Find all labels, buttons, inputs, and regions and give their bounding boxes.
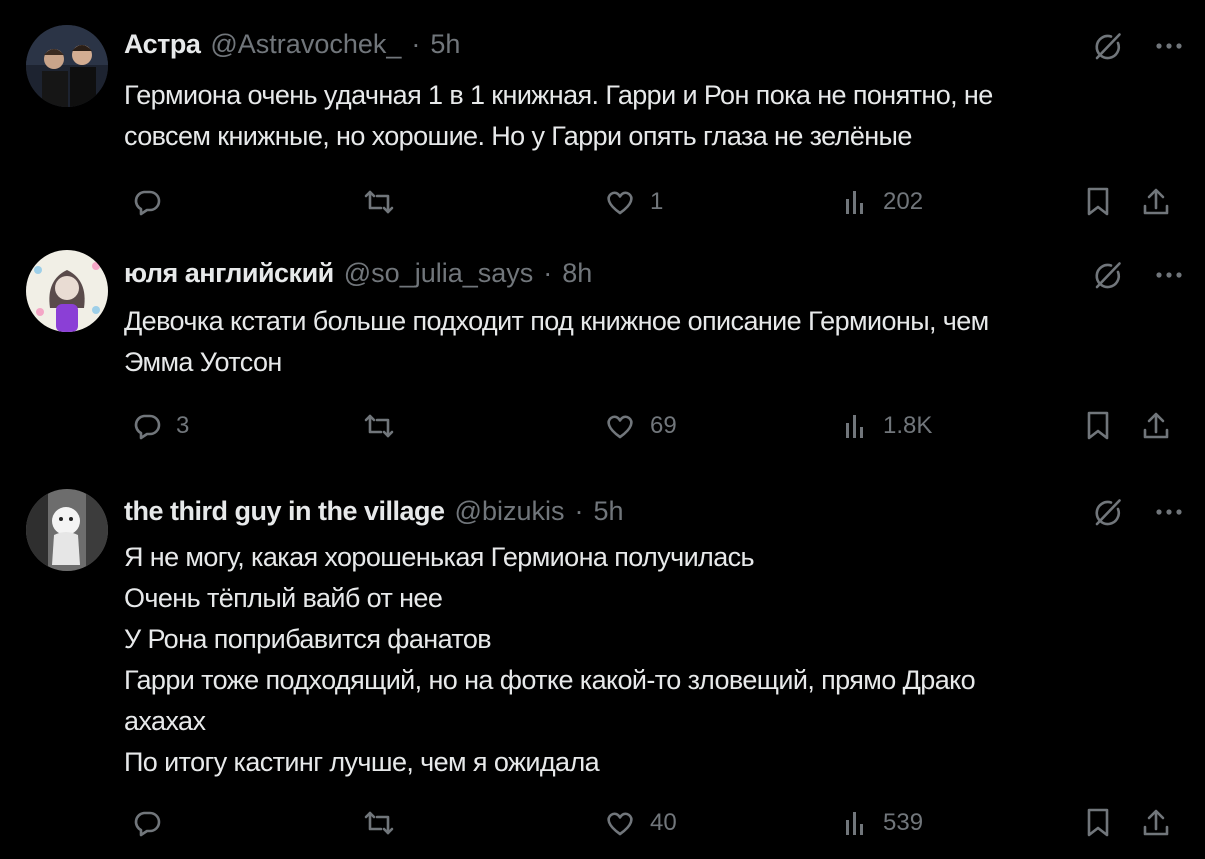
grok-icon[interactable] (1091, 495, 1125, 529)
post-text-line: совсем книжные, но хорошие. Но у Гарри о… (124, 121, 912, 151)
like-count: 1 (650, 188, 664, 215)
post-text-line: У Рона поприбавится фанатов (124, 624, 492, 654)
bookmark-button[interactable] (1085, 803, 1111, 843)
post-text: Гермиона очень удачная 1 в 1 книжная. Га… (124, 75, 1174, 157)
reply-icon (132, 187, 162, 217)
share-button[interactable] (1140, 406, 1172, 446)
avatar[interactable] (26, 25, 108, 107)
like-count: 69 (650, 412, 677, 439)
heart-icon (604, 411, 636, 441)
reply-icon (132, 808, 162, 838)
repost-icon (362, 187, 396, 217)
separator-dot: · (574, 496, 584, 526)
share-button[interactable] (1140, 182, 1172, 222)
more-icon[interactable] (1155, 508, 1183, 516)
post-corner-actions (1091, 26, 1183, 66)
like-button[interactable]: 69 (604, 406, 677, 446)
views-button[interactable]: 1.8K (843, 406, 932, 446)
bookmark-button[interactable] (1085, 406, 1111, 446)
bookmark-icon (1085, 410, 1111, 442)
separator-dot: · (543, 258, 553, 288)
user-handle[interactable]: @bizukis (455, 491, 565, 531)
more-icon[interactable] (1155, 271, 1183, 279)
views-icon (843, 187, 869, 217)
grok-icon[interactable] (1091, 258, 1125, 292)
post-time[interactable]: 8h (562, 253, 592, 293)
grok-icon[interactable] (1091, 29, 1125, 63)
action-bar: 3 69 1.8K (0, 406, 1205, 446)
repost-icon (362, 808, 396, 838)
views-icon (843, 411, 869, 441)
post-corner-actions (1091, 492, 1183, 532)
post-text-line: Очень тёплый вайб от нее (124, 583, 443, 613)
post-header: the third guy in the village @bizukis · … (124, 491, 624, 531)
user-handle[interactable]: @so_julia_says (344, 253, 534, 293)
views-icon (843, 808, 869, 838)
post-text: Девочка кстати больше подходит под книжн… (124, 301, 1174, 383)
bookmark-button[interactable] (1085, 182, 1111, 222)
repost-button[interactable] (362, 406, 410, 446)
reply-button[interactable]: 3 (132, 406, 189, 446)
view-count: 202 (883, 188, 924, 215)
reply-icon (132, 411, 162, 441)
display-name[interactable]: the third guy in the village (124, 491, 445, 531)
post-text: Я не могу, какая хорошенькая Гермиона по… (124, 537, 1174, 783)
bookmark-icon (1085, 186, 1111, 218)
heart-icon (604, 187, 636, 217)
reply-button[interactable] (132, 803, 176, 843)
post-text-line: Эмма Уотсон (124, 347, 282, 377)
post-header: Астра @Astravochek_ · 5h (124, 24, 460, 64)
post-corner-actions (1091, 255, 1183, 295)
repost-button[interactable] (362, 182, 410, 222)
reply-button[interactable] (132, 182, 176, 222)
post-text-line: ахахах (124, 706, 206, 736)
like-button[interactable]: 40 (604, 803, 677, 843)
more-icon[interactable] (1155, 42, 1183, 50)
user-handle[interactable]: @Astravochek_ (210, 24, 401, 64)
avatar[interactable] (26, 489, 108, 571)
display-name[interactable]: Астра (124, 24, 201, 64)
like-button[interactable]: 1 (604, 182, 663, 222)
repost-button[interactable] (362, 803, 410, 843)
post-time[interactable]: 5h (430, 24, 460, 64)
avatar[interactable] (26, 250, 108, 332)
view-count: 1.8K (883, 412, 933, 439)
post-text-line: Гарри тоже подходящий, но на фотке какой… (124, 665, 976, 695)
post-text-line: Я не могу, какая хорошенькая Гермиона по… (124, 542, 755, 572)
reply-thread: Астра @Astravochek_ · 5h Гермиона очень … (0, 0, 1205, 859)
action-bar: 40 539 (0, 803, 1205, 843)
share-icon (1140, 186, 1172, 218)
post-text-line: Девочка кстати больше подходит под книжн… (124, 306, 989, 336)
action-bar: 1 202 (0, 182, 1205, 222)
views-button[interactable]: 202 (843, 182, 923, 222)
like-count: 40 (650, 809, 677, 836)
separator-dot: · (411, 29, 421, 59)
bookmark-icon (1085, 807, 1111, 839)
reply-count: 3 (176, 412, 190, 439)
display-name[interactable]: юля английский (124, 253, 334, 293)
share-icon (1140, 410, 1172, 442)
views-button[interactable]: 539 (843, 803, 923, 843)
post-time[interactable]: 5h (594, 491, 624, 531)
post-text-line: Гермиона очень удачная 1 в 1 книжная. Га… (124, 80, 993, 110)
share-button[interactable] (1140, 803, 1172, 843)
repost-icon (362, 411, 396, 441)
share-icon (1140, 807, 1172, 839)
view-count: 539 (883, 809, 924, 836)
post-text-line: По итогу кастинг лучше, чем я ожидала (124, 747, 600, 777)
heart-icon (604, 808, 636, 838)
post-header: юля английский @so_julia_says · 8h (124, 253, 592, 293)
